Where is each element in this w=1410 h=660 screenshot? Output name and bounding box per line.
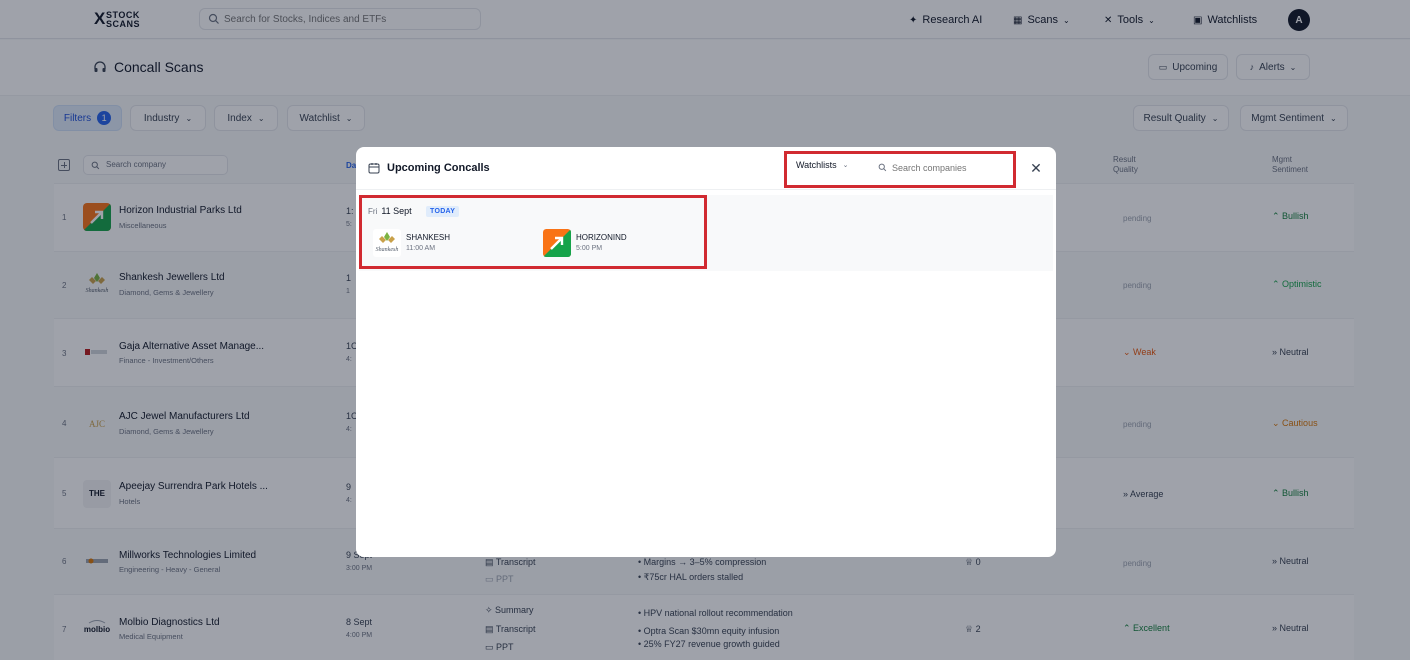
highlight-box-search-area [784, 151, 1016, 188]
highlight-box-day-group [359, 195, 707, 269]
upcoming-concalls-modal: Upcoming Concalls Watchlists ⌄ ✕ Fri 11 … [356, 147, 1056, 557]
calendar-icon [368, 163, 380, 174]
modal-title: Upcoming Concalls [387, 162, 490, 174]
close-icon[interactable]: ✕ [1028, 160, 1044, 176]
